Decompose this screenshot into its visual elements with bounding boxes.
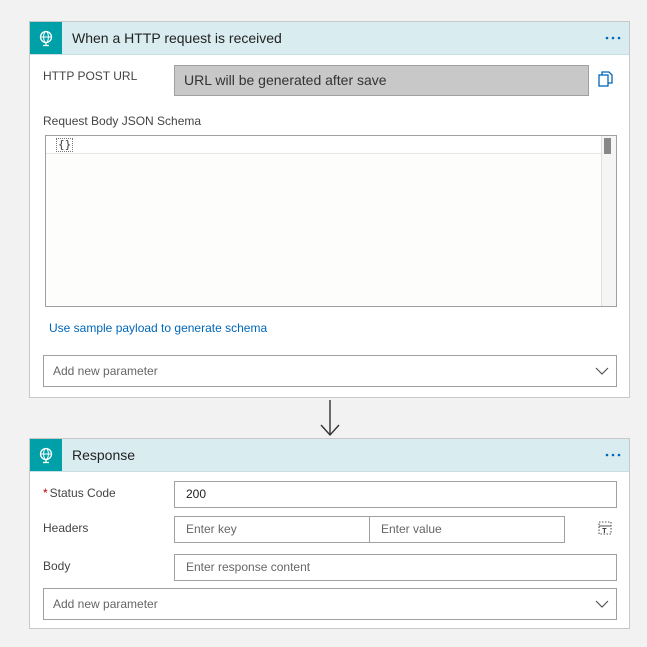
status-code-label: * Status Code xyxy=(43,486,116,500)
chevron-down-icon xyxy=(595,600,609,608)
dropdown-placeholder: Add new parameter xyxy=(53,364,158,378)
globe-icon xyxy=(30,22,62,54)
schema-text: {} xyxy=(56,138,74,152)
scrollbar[interactable] xyxy=(601,136,616,306)
header-value-input[interactable]: Enter value xyxy=(369,516,565,543)
card-title: When a HTTP request is received xyxy=(72,30,282,46)
sample-payload-link[interactable]: Use sample payload to generate schema xyxy=(49,321,267,335)
header-key-input[interactable]: Enter key xyxy=(174,516,370,543)
schema-editor[interactable]: {} xyxy=(45,135,617,307)
svg-text:T: T xyxy=(602,528,607,535)
chevron-down-icon xyxy=(595,367,609,375)
arrow-down-icon xyxy=(320,400,340,437)
editor-line: {} xyxy=(46,136,602,154)
http-trigger-card: When a HTTP request is received HTTP POS… xyxy=(29,21,630,398)
card-header[interactable]: Response xyxy=(30,439,629,472)
status-code-input[interactable]: 200 xyxy=(174,481,617,508)
add-parameter-dropdown[interactable]: Add new parameter xyxy=(43,588,617,620)
ellipsis-icon[interactable] xyxy=(603,28,623,48)
required-marker: * xyxy=(43,486,48,500)
dropdown-placeholder: Add new parameter xyxy=(53,597,158,611)
http-post-url-field: URL will be generated after save xyxy=(174,65,589,96)
copy-icon[interactable] xyxy=(597,70,615,90)
headers-label: Headers xyxy=(43,521,89,535)
globe-icon xyxy=(30,439,62,471)
url-label: HTTP POST URL xyxy=(43,69,138,83)
table-text-icon[interactable]: T xyxy=(596,519,614,537)
add-parameter-dropdown[interactable]: Add new parameter xyxy=(43,355,617,387)
scroll-thumb[interactable] xyxy=(604,138,611,154)
card-header[interactable]: When a HTTP request is received xyxy=(30,22,629,55)
status-code-text: Status Code xyxy=(49,486,116,500)
body-label: Body xyxy=(43,559,71,573)
schema-label: Request Body JSON Schema xyxy=(43,114,202,128)
card-title: Response xyxy=(72,447,136,463)
body-input[interactable]: Enter response content xyxy=(174,554,617,581)
ellipsis-icon[interactable] xyxy=(603,445,623,465)
response-card: Response * Status Code 200 Headers Enter … xyxy=(29,438,630,629)
